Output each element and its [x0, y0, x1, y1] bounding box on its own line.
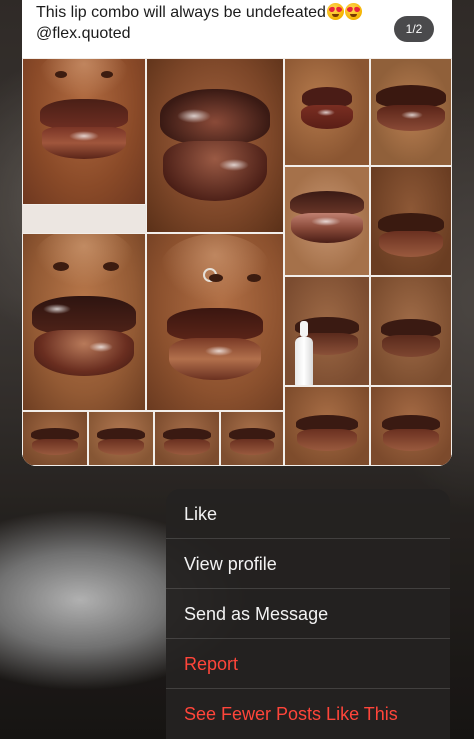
lip-photo-tile — [284, 58, 370, 166]
menu-item-like[interactable]: Like — [166, 489, 450, 539]
lip-photo-tile — [370, 386, 452, 466]
lip-photo-tile — [22, 233, 146, 411]
lip-photo-tile — [220, 411, 284, 466]
lip-photo-tile — [154, 411, 220, 466]
menu-item-send-as-message[interactable]: Send as Message — [166, 589, 450, 639]
lip-photo-tile — [284, 386, 370, 466]
caption-line-1: This lip combo will always be undefeated — [36, 2, 438, 23]
post-context-menu: Like View profile Send as Message Report… — [166, 489, 450, 739]
heart-eyes-emoji-icon — [344, 3, 362, 20]
menu-item-report[interactable]: Report — [166, 639, 450, 689]
lip-photo-tile — [22, 58, 146, 205]
page-indicator-badge: 1/2 — [394, 16, 434, 42]
caption-text: This lip combo will always be undefeated — [36, 4, 326, 21]
lip-photo-tile — [284, 276, 370, 386]
heart-eyes-emoji-icon — [326, 3, 344, 20]
caption-credit[interactable]: @flex.quoted — [36, 23, 438, 44]
post-card[interactable]: This lip combo will always be undefeated… — [22, 0, 452, 466]
menu-item-view-profile[interactable]: View profile — [166, 539, 450, 589]
post-image-collage[interactable] — [22, 58, 452, 466]
post-caption-header: This lip combo will always be undefeated… — [22, 0, 452, 58]
lip-photo-tile — [370, 276, 452, 386]
lip-photo-tile — [146, 58, 284, 233]
lip-photo-tile — [22, 411, 88, 466]
lip-photo-tile — [88, 411, 154, 466]
menu-item-see-fewer-posts[interactable]: See Fewer Posts Like This — [166, 689, 450, 739]
lip-photo-tile — [146, 233, 284, 411]
lip-photo-tile — [284, 166, 370, 276]
lip-photo-tile — [370, 166, 452, 276]
lip-photo-tile — [370, 58, 452, 166]
